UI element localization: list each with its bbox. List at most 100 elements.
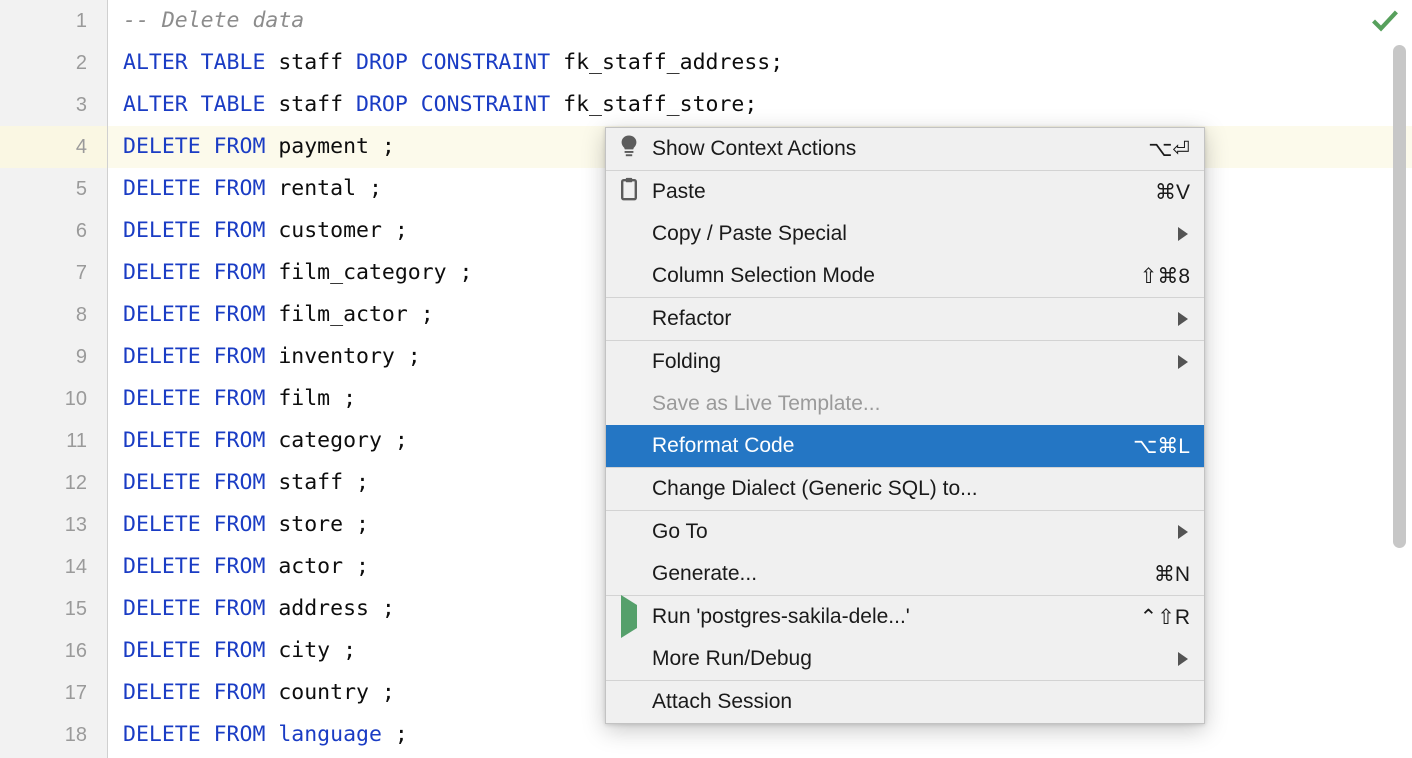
line-number[interactable]: 4 — [0, 126, 107, 168]
menu-item-run-postgres-sakila-dele[interactable]: Run 'postgres-sakila-dele...' ⌃⇧R — [606, 596, 1204, 638]
code-token: address ; — [278, 596, 395, 621]
chevron-right-icon — [1176, 355, 1190, 369]
menu-item-shortcut: ⌥⏎ — [1148, 137, 1190, 162]
code-token: -- Delete data — [123, 8, 304, 33]
code-token: customer ; — [278, 218, 407, 243]
line-number[interactable]: 11 — [0, 420, 107, 462]
menu-item-refactor[interactable]: Refactor — [606, 298, 1204, 340]
chevron-right-icon — [1176, 227, 1190, 241]
code-token: rental ; — [278, 176, 382, 201]
green-checkmark-icon[interactable] — [1372, 10, 1398, 34]
code-token: staff — [278, 50, 356, 75]
line-number[interactable]: 9 — [0, 336, 107, 378]
menu-item-label: Attach Session — [652, 690, 1190, 714]
code-token: film ; — [278, 386, 356, 411]
menu-item-save-as-live-template: Save as Live Template... — [606, 383, 1204, 425]
line-number[interactable]: 1 — [0, 0, 107, 42]
chevron-right-icon — [1176, 652, 1190, 666]
menu-item-paste[interactable]: Paste ⌘V — [606, 171, 1204, 213]
code-token: payment ; — [278, 134, 395, 159]
code-token: DELETE FROM — [123, 554, 278, 579]
line-number-gutter[interactable]: 123456789101112131415161718 — [0, 0, 108, 758]
code-token: actor ; — [278, 554, 369, 579]
code-token: ALTER TABLE — [123, 92, 278, 117]
code-line[interactable]: -- Delete data — [108, 0, 1412, 42]
menu-item-copy-paste-special[interactable]: Copy / Paste Special — [606, 213, 1204, 255]
menu-item-show-context-actions[interactable]: Show Context Actions ⌥⏎ — [606, 128, 1204, 170]
editor-scrollbar[interactable] — [1386, 0, 1412, 758]
menu-item-label: Change Dialect (Generic SQL) to... — [652, 477, 1190, 501]
code-token: staff — [278, 92, 356, 117]
menu-item-folding[interactable]: Folding — [606, 341, 1204, 383]
code-token: DELETE FROM — [123, 134, 278, 159]
code-token: fk_staff_store; — [563, 92, 757, 117]
code-token: DELETE FROM — [123, 344, 278, 369]
menu-item-change-dialect-generic-sql-to[interactable]: Change Dialect (Generic SQL) to... — [606, 468, 1204, 510]
line-number[interactable]: 18 — [0, 714, 107, 756]
menu-item-label: More Run/Debug — [652, 647, 1160, 671]
line-number[interactable]: 14 — [0, 546, 107, 588]
menu-item-shortcut: ⌘V — [1155, 180, 1190, 205]
line-number[interactable]: 3 — [0, 84, 107, 126]
code-token: DELETE FROM — [123, 260, 278, 285]
line-number[interactable]: 7 — [0, 252, 107, 294]
menu-item-label: Reformat Code — [652, 434, 1117, 458]
code-token: DELETE FROM — [123, 428, 278, 453]
code-token: DELETE FROM — [123, 596, 278, 621]
menu-item-icon-slot — [606, 177, 652, 207]
line-number[interactable]: 10 — [0, 378, 107, 420]
line-number[interactable]: 13 — [0, 504, 107, 546]
scrollbar-thumb[interactable] — [1393, 45, 1406, 548]
line-number[interactable]: 8 — [0, 294, 107, 336]
line-number[interactable]: 5 — [0, 168, 107, 210]
menu-item-reformat-code[interactable]: Reformat Code ⌥⌘L — [606, 425, 1204, 467]
menu-item-label: Show Context Actions — [652, 137, 1132, 161]
code-token: DELETE FROM — [123, 680, 278, 705]
code-token: DELETE FROM — [123, 386, 278, 411]
code-line[interactable]: ALTER TABLE staff DROP CONSTRAINT fk_sta… — [108, 42, 1412, 84]
code-token: inventory ; — [278, 344, 420, 369]
line-number[interactable]: 12 — [0, 462, 107, 504]
code-token: country ; — [278, 680, 395, 705]
menu-item-shortcut: ⌥⌘L — [1133, 434, 1190, 459]
code-token: DELETE FROM — [123, 176, 278, 201]
menu-item-label: Run 'postgres-sakila-dele...' — [652, 605, 1124, 629]
code-token: fk_staff_address; — [563, 50, 783, 75]
chevron-right-icon — [1176, 312, 1190, 326]
menu-item-attach-session[interactable]: Attach Session — [606, 681, 1204, 723]
lightbulb-icon — [619, 134, 639, 164]
menu-item-more-run-debug[interactable]: More Run/Debug — [606, 638, 1204, 680]
menu-item-label: Save as Live Template... — [652, 392, 1190, 416]
code-token: DROP CONSTRAINT — [356, 50, 563, 75]
menu-item-shortcut: ⌃⇧R — [1140, 605, 1190, 630]
menu-item-generate[interactable]: Generate...⌘N — [606, 553, 1204, 595]
code-token: DROP CONSTRAINT — [356, 92, 563, 117]
menu-item-column-selection-mode[interactable]: Column Selection Mode⇧⌘8 — [606, 255, 1204, 297]
code-token: DELETE FROM — [123, 302, 278, 327]
line-number[interactable]: 6 — [0, 210, 107, 252]
line-number[interactable]: 15 — [0, 588, 107, 630]
code-token: DELETE FROM — [123, 470, 278, 495]
menu-item-icon-slot — [606, 605, 652, 629]
code-token: language — [278, 722, 382, 747]
code-token: DELETE FROM — [123, 722, 278, 747]
menu-item-go-to[interactable]: Go To — [606, 511, 1204, 553]
code-token: DELETE FROM — [123, 512, 278, 537]
code-token: ALTER TABLE — [123, 50, 278, 75]
menu-item-shortcut: ⌘N — [1154, 562, 1190, 587]
menu-item-label: Go To — [652, 520, 1160, 544]
sql-editor: 123456789101112131415161718 -- Delete da… — [0, 0, 1412, 758]
editor-context-menu[interactable]: Show Context Actions ⌥⏎ Paste ⌘V Copy / Past… — [605, 127, 1205, 724]
code-token: DELETE FROM — [123, 218, 278, 243]
code-line[interactable]: ALTER TABLE staff DROP CONSTRAINT fk_sta… — [108, 84, 1412, 126]
menu-item-label: Folding — [652, 350, 1160, 374]
line-number[interactable]: 16 — [0, 630, 107, 672]
menu-item-label: Paste — [652, 180, 1139, 204]
chevron-right-icon — [1176, 525, 1190, 539]
clipboard-icon — [619, 177, 639, 207]
menu-item-label: Copy / Paste Special — [652, 222, 1160, 246]
code-token: film_actor ; — [278, 302, 433, 327]
line-number[interactable]: 2 — [0, 42, 107, 84]
code-token: store ; — [278, 512, 369, 537]
line-number[interactable]: 17 — [0, 672, 107, 714]
